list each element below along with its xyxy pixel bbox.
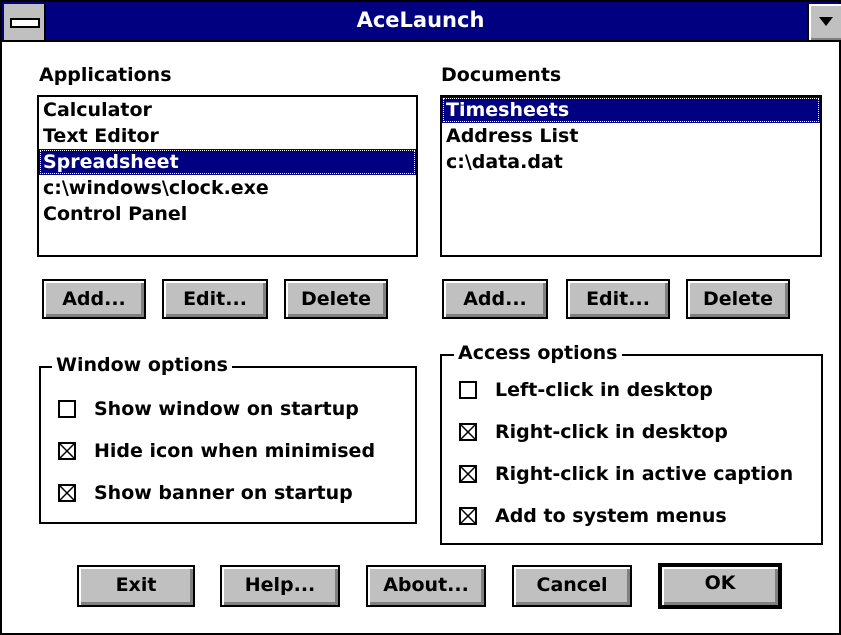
- applications-label: Applications: [39, 64, 172, 86]
- button-label: About...: [383, 574, 469, 596]
- title-bar[interactable]: AceLaunch: [2, 2, 841, 42]
- minimize-icon: [819, 17, 833, 26]
- cancel-button[interactable]: Cancel: [512, 565, 632, 607]
- checkbox-checked-icon[interactable]: [459, 423, 477, 441]
- access-options-title: Access options: [454, 342, 622, 364]
- checkbox-label: Hide icon when minimised: [94, 440, 376, 462]
- minimize-button[interactable]: [807, 4, 841, 40]
- list-item[interactable]: Text Editor: [39, 123, 416, 149]
- list-item[interactable]: c:\data.dat: [442, 149, 820, 175]
- checkbox-checked-icon[interactable]: [58, 484, 76, 502]
- documents-label: Documents: [441, 64, 562, 86]
- list-item[interactable]: c:\windows\clock.exe: [39, 175, 416, 201]
- about-button[interactable]: About...: [366, 565, 486, 607]
- checkbox-checked-icon[interactable]: [459, 465, 477, 483]
- checkbox-label: Left-click in desktop: [495, 379, 713, 401]
- button-label: Edit...: [183, 288, 247, 310]
- applications-edit-button[interactable]: Edit...: [162, 279, 268, 319]
- help-button[interactable]: Help...: [220, 565, 340, 607]
- documents-listbox[interactable]: Timesheets Address List c:\data.dat: [440, 95, 822, 257]
- checkbox-label: Right-click in desktop: [495, 421, 728, 443]
- checkbox-checked-icon[interactable]: [58, 442, 76, 460]
- checkbox-label: Add to system menus: [495, 505, 727, 527]
- window-options-title: Window options: [52, 354, 232, 376]
- documents-edit-button[interactable]: Edit...: [566, 279, 670, 319]
- button-label: Add...: [62, 288, 126, 310]
- list-item[interactable]: Address List: [442, 123, 820, 149]
- button-label: OK: [704, 572, 736, 594]
- list-item[interactable]: Control Panel: [39, 201, 416, 227]
- documents-delete-button[interactable]: Delete: [686, 279, 790, 319]
- button-label: Help...: [244, 574, 316, 596]
- checkbox-unchecked-icon[interactable]: [58, 400, 76, 418]
- documents-add-button[interactable]: Add...: [442, 279, 548, 319]
- ok-button[interactable]: OK: [658, 563, 782, 609]
- list-item[interactable]: Spreadsheet: [39, 149, 416, 175]
- applications-delete-button[interactable]: Delete: [284, 279, 388, 319]
- window-title: AceLaunch: [356, 8, 485, 32]
- applications-add-button[interactable]: Add...: [42, 279, 146, 319]
- button-label: Cancel: [536, 574, 608, 596]
- button-label: Add...: [463, 288, 527, 310]
- button-label: Delete: [702, 288, 774, 310]
- button-label: Delete: [300, 288, 372, 310]
- checkbox-label: Right-click in active caption: [495, 463, 794, 485]
- checkbox-label: Show window on startup: [94, 398, 359, 420]
- checkbox-unchecked-icon[interactable]: [459, 381, 477, 399]
- applications-listbox[interactable]: Calculator Text Editor Spreadsheet c:\windo…: [37, 95, 418, 257]
- list-item[interactable]: Calculator: [39, 97, 416, 123]
- list-item[interactable]: Timesheets: [442, 97, 820, 123]
- checkbox-label: Show banner on startup: [94, 482, 353, 504]
- exit-button[interactable]: Exit: [77, 565, 195, 607]
- button-label: Edit...: [586, 288, 650, 310]
- button-label: Exit: [115, 574, 157, 596]
- checkbox-checked-icon[interactable]: [459, 507, 477, 525]
